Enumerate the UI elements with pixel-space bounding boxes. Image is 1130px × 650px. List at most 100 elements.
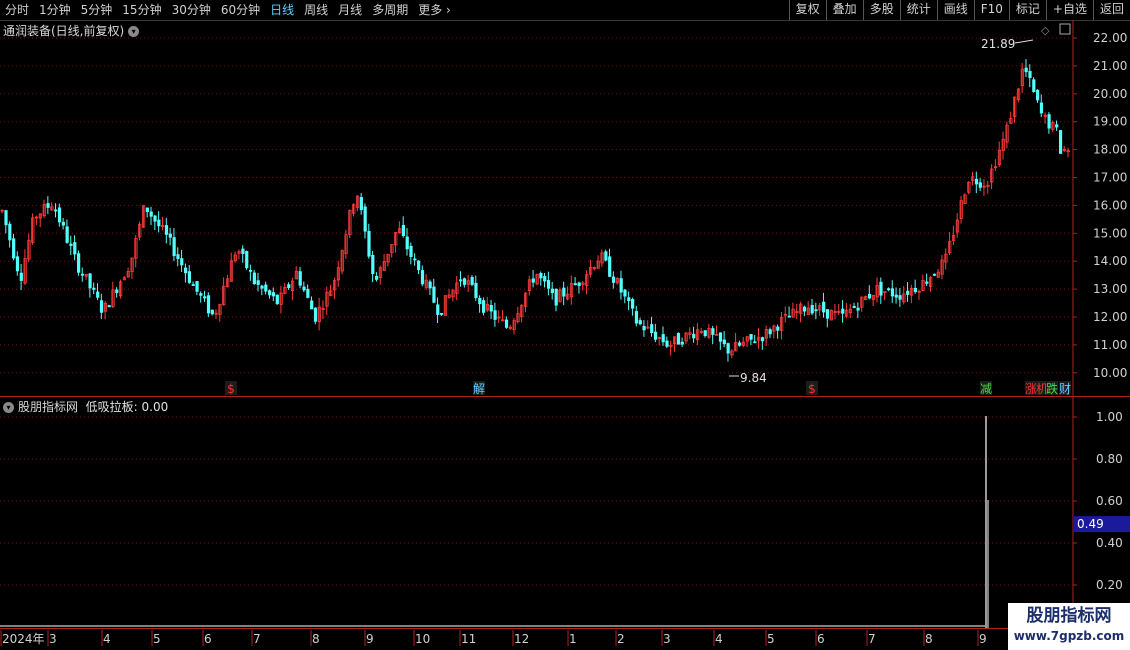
candle-body: [1055, 124, 1059, 128]
candle-body: [543, 276, 547, 282]
kline-chart[interactable]: 22.0021.0020.0019.0018.0017.0016.0015.00…: [0, 0, 1130, 650]
candle-body: [1028, 70, 1032, 79]
candle-body: [738, 342, 742, 346]
candle-body: [539, 272, 543, 279]
candle-body: [925, 281, 929, 284]
event-marker-1: 解: [473, 382, 485, 396]
time-label-7: 9: [366, 632, 374, 646]
candle-body: [417, 260, 421, 271]
event-marker-3: 减: [980, 382, 992, 396]
candle-body: [61, 221, 65, 226]
indicator-tick-label-0: 1.00: [1096, 410, 1123, 424]
candle-body: [604, 251, 608, 261]
time-label-2: 4: [103, 632, 111, 646]
time-label-17: 7: [868, 632, 876, 646]
candle-body: [8, 223, 12, 241]
candle-body: [46, 203, 50, 208]
event-marker-7: 财: [1059, 382, 1071, 396]
candle-body: [489, 305, 493, 312]
candle-body: [65, 226, 69, 243]
candle-body: [310, 300, 314, 310]
candle-body: [405, 236, 409, 250]
candle-body: [73, 242, 77, 255]
candle-body: [359, 197, 363, 211]
candle-body: [692, 333, 696, 339]
price-tick-label-0: 22.00: [1093, 31, 1127, 45]
candle-body: [768, 329, 772, 335]
candle-body: [420, 270, 425, 285]
candle-body: [711, 328, 715, 335]
layout-toggle-icon: [1059, 23, 1071, 35]
candle-body: [474, 282, 478, 298]
candle-body: [245, 251, 249, 269]
candle-body: [157, 219, 161, 227]
candle-body: [650, 324, 654, 333]
candle-body: [256, 280, 260, 285]
indicator-current-value: 0.49: [1077, 517, 1104, 531]
event-marker-2: $: [808, 382, 816, 396]
candle-body: [107, 305, 111, 308]
candle-body: [482, 300, 486, 313]
candle-body: [115, 289, 119, 294]
time-label-10: 12: [514, 632, 529, 646]
price-tick-label-5: 17.00: [1093, 171, 1127, 185]
price-tick-label-10: 12.00: [1093, 310, 1127, 324]
candle-body: [436, 304, 440, 315]
candle-body: [252, 272, 256, 284]
candle-body: [787, 315, 791, 318]
candle-body: [619, 278, 623, 293]
time-label-3: 5: [153, 632, 161, 646]
price-tick-label-4: 18.00: [1093, 143, 1127, 157]
candle-body: [153, 215, 157, 222]
candle-body: [493, 310, 497, 320]
time-label-4: 6: [204, 632, 212, 646]
candle-body: [164, 225, 169, 235]
candle-body: [1047, 114, 1051, 129]
min-price-label: 9.84: [740, 371, 767, 385]
time-label-5: 7: [253, 632, 261, 646]
candle-body: [852, 306, 856, 308]
time-label-14: 4: [715, 632, 723, 646]
candle-body: [401, 225, 405, 236]
candle-body: [12, 238, 16, 259]
candle-body: [890, 288, 895, 297]
candle-body: [19, 272, 23, 281]
candle-body: [275, 294, 279, 305]
candle-body: [627, 297, 631, 302]
candle-body: [638, 320, 642, 325]
candle-body: [57, 207, 62, 223]
candle-body: [4, 210, 8, 226]
event-marker-6: 跌: [1046, 381, 1058, 396]
time-label-12: 2: [617, 632, 625, 646]
watermark-url: www.7gpzb.com: [1013, 629, 1125, 643]
candle-body: [1058, 130, 1063, 154]
indicator-tick-label-1: 0.80: [1096, 452, 1123, 466]
time-label-6: 8: [312, 632, 320, 646]
candle-body: [77, 253, 81, 273]
candle-body: [856, 307, 860, 311]
candle-body: [172, 237, 176, 257]
candle-body: [932, 273, 937, 276]
candle-body: [867, 293, 872, 299]
candle-body: [718, 332, 723, 342]
candle-body: [180, 258, 184, 266]
candle-body: [623, 289, 627, 297]
time-label-19: 9: [979, 632, 987, 646]
candle-body: [206, 295, 211, 314]
candle-body: [298, 271, 302, 286]
candle-body: [248, 269, 253, 272]
candle-body: [608, 256, 612, 277]
candle-body: [887, 288, 891, 291]
candle-body: [642, 325, 646, 331]
candle-body: [913, 287, 917, 292]
max-price-label: 21.89: [981, 37, 1015, 51]
candle-body: [413, 258, 417, 261]
price-tick-label-3: 19.00: [1093, 115, 1127, 129]
time-label-11: 1: [569, 632, 577, 646]
candle-body: [203, 296, 207, 299]
candle-body: [271, 292, 276, 297]
candle-body: [1032, 79, 1036, 93]
candle-body: [661, 334, 665, 343]
indicator-tick-label-4: 0.20: [1096, 578, 1123, 592]
candle-body: [554, 288, 558, 306]
